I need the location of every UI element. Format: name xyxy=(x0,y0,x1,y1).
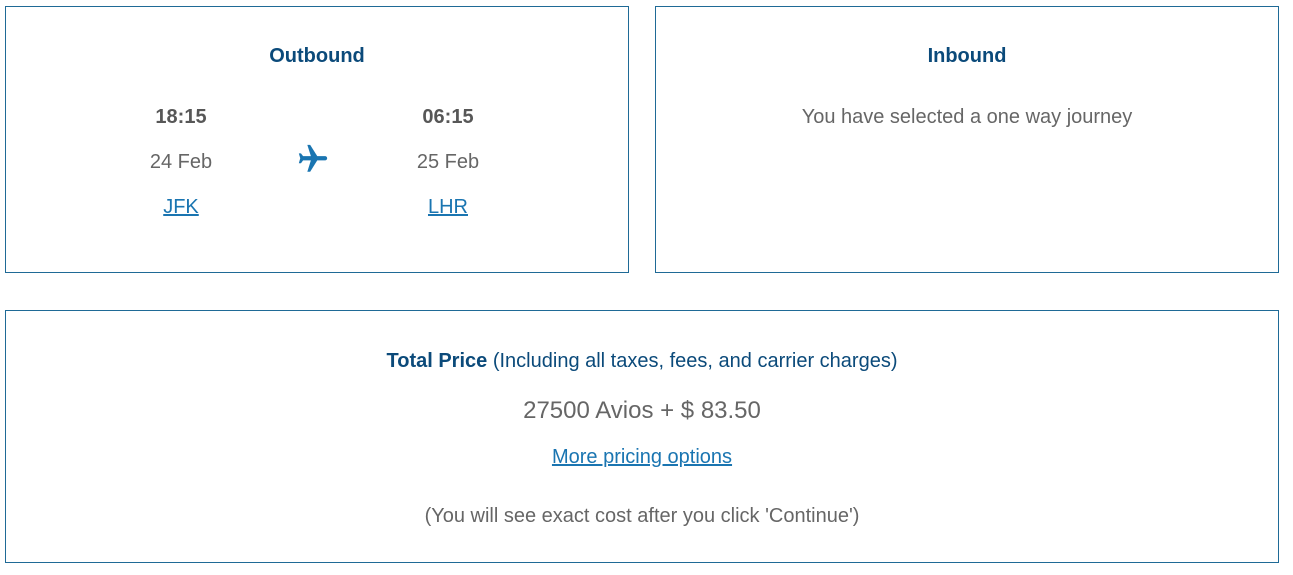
one-way-message: You have selected a one way journey xyxy=(801,106,1133,128)
arrival-airport-link[interactable]: LHR xyxy=(428,195,468,219)
outbound-panel: Outbound 18:15 24 Feb JFK 06:15 25 Feb L… xyxy=(5,6,629,273)
exact-cost-note: (You will see exact cost after you click… xyxy=(424,505,860,527)
outbound-title: Outbound xyxy=(269,45,365,67)
departure-airport-link[interactable]: JFK xyxy=(163,195,199,219)
total-price-sublabel: (Including all taxes, fees, and carrier … xyxy=(492,350,898,372)
departure-column: 18:15 24 Feb JFK xyxy=(121,105,241,219)
departure-time: 18:15 xyxy=(155,106,207,128)
total-price-amount: 27500 Avios + $ 83.50 xyxy=(523,397,761,424)
arrival-time: 06:15 xyxy=(422,106,474,128)
inbound-panel: Inbound You have selected a one way jour… xyxy=(655,6,1279,273)
total-price-heading: Total Price (Including all taxes, fees, … xyxy=(6,350,1278,373)
arrival-date: 25 Feb xyxy=(416,151,480,173)
more-pricing-options-link[interactable]: More pricing options xyxy=(552,446,732,468)
more-pricing-options-wrapper: More pricing options xyxy=(6,446,1278,469)
arrival-column: 06:15 25 Feb LHR xyxy=(388,105,508,219)
inbound-title: Inbound xyxy=(927,45,1007,67)
total-price-label: Total Price xyxy=(386,350,488,372)
airplane-icon xyxy=(298,144,328,172)
total-price-panel: Total Price (Including all taxes, fees, … xyxy=(5,310,1279,563)
departure-date: 24 Feb xyxy=(149,151,213,173)
